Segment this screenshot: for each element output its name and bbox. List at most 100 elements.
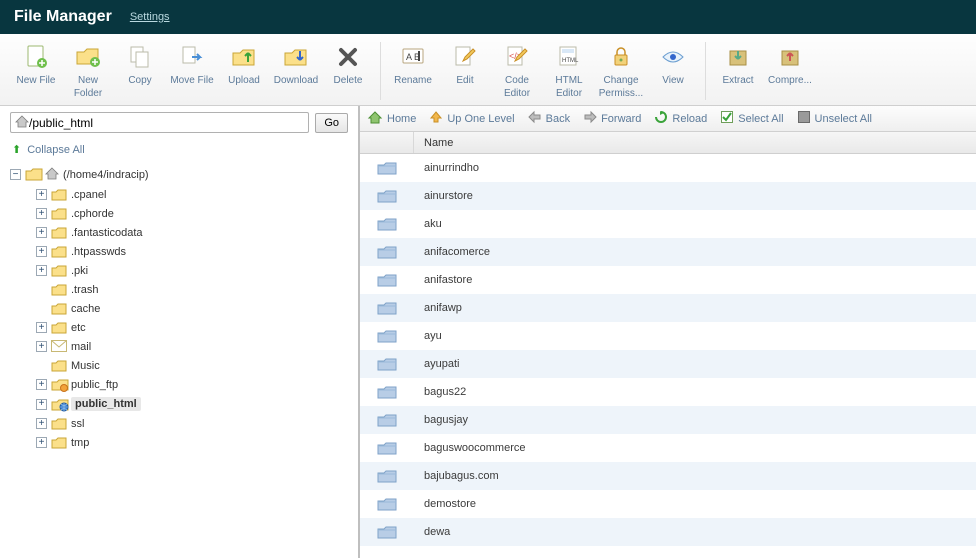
grid-body[interactable]: ainurrindhoainurstoreakuanifacomerceanif… [360, 154, 976, 558]
tree-node--htpasswds[interactable]: +.htpasswds [36, 242, 348, 261]
go-button[interactable]: Go [315, 113, 348, 133]
edit-button[interactable]: Edit [439, 40, 491, 101]
table-row[interactable]: demostore [360, 490, 976, 518]
table-row[interactable]: aku [360, 210, 976, 238]
nav-unselect-all-button[interactable]: Unselect All [798, 111, 872, 126]
main-toolbar: New FileNew FolderCopyMove FileUploadDow… [0, 34, 976, 106]
table-row[interactable]: anifawp [360, 294, 976, 322]
home-icon [45, 167, 59, 182]
tree-node--trash[interactable]: .trash [36, 280, 348, 299]
new-file-label: New File [17, 75, 56, 99]
nav-back-button[interactable]: Back [529, 112, 570, 125]
path-input[interactable] [29, 116, 304, 130]
toolbar-divider [380, 42, 381, 100]
delete-button[interactable]: Delete [322, 40, 374, 101]
tree-node-label: tmp [71, 437, 89, 449]
tree-root[interactable]: − (/home4/indracip) [10, 164, 348, 185]
expand-box-icon[interactable]: + [36, 418, 47, 429]
table-row[interactable]: dewa [360, 518, 976, 546]
row-name: ayu [414, 330, 442, 342]
compress-button[interactable]: Compre... [764, 40, 816, 101]
new-file-button[interactable]: New File [10, 40, 62, 101]
table-row[interactable]: bagusjay [360, 406, 976, 434]
nav-select-all-button[interactable]: Select All [721, 111, 783, 126]
folder-icon [51, 245, 67, 258]
expand-box-icon[interactable]: + [36, 265, 47, 276]
expand-box-icon[interactable]: + [36, 399, 47, 410]
copy-button[interactable]: Copy [114, 40, 166, 101]
row-name: anifawp [414, 302, 462, 314]
grid-header-name-col[interactable]: Name [414, 137, 453, 149]
change-permissions-icon [606, 42, 636, 72]
table-row[interactable]: ayupati [360, 350, 976, 378]
move-file-label: Move File [170, 75, 213, 99]
table-row[interactable]: baguswoocommerce [360, 434, 976, 462]
move-file-button[interactable]: Move File [166, 40, 218, 101]
nav-forward-button[interactable]: Forward [584, 112, 641, 125]
tree-node--cpanel[interactable]: +.cpanel [36, 185, 348, 204]
new-folder-icon [73, 42, 103, 72]
nav-select-all-label: Select All [738, 113, 783, 125]
table-row[interactable]: anifacomerce [360, 238, 976, 266]
tree-node-label: .cphorde [71, 208, 114, 220]
tree-node--fantasticodata[interactable]: +.fantasticodata [36, 223, 348, 242]
folder-icon [360, 328, 414, 344]
rename-button[interactable]: A BRename [387, 40, 439, 101]
folder-tree: − (/home4/indracip) +.cpanel+.cphorde+.f… [10, 164, 348, 452]
tree-node-label: Music [71, 360, 100, 372]
row-name: bajubagus.com [414, 470, 499, 482]
collapse-box-icon[interactable]: − [10, 169, 21, 180]
tree-node-public-ftp[interactable]: +public_ftp [36, 375, 348, 394]
tree-node-mail[interactable]: +mail [36, 337, 348, 356]
change-permissions-button[interactable]: Change Permiss... [595, 40, 647, 102]
settings-link[interactable]: Settings [130, 11, 170, 23]
html-editor-button[interactable]: HTMLHTML Editor [543, 40, 595, 102]
table-row[interactable]: bajubagus.com [360, 462, 976, 490]
expand-spacer [36, 284, 47, 295]
tree-node-public-html[interactable]: +public_html [36, 394, 348, 414]
tree-node-etc[interactable]: +etc [36, 318, 348, 337]
nav-up-button[interactable]: Up One Level [430, 111, 514, 126]
tree-node-ssl[interactable]: +ssl [36, 414, 348, 433]
expand-box-icon[interactable]: + [36, 227, 47, 238]
edit-label: Edit [456, 75, 473, 99]
tree-node--pki[interactable]: +.pki [36, 261, 348, 280]
code-editor-button[interactable]: </>Code Editor [491, 40, 543, 102]
expand-box-icon[interactable]: + [36, 341, 47, 352]
table-row[interactable]: bagus22 [360, 378, 976, 406]
collapse-all-button[interactable]: ⬆ Collapse All [10, 143, 348, 156]
checkbox-checked-icon [721, 111, 733, 126]
expand-box-icon[interactable]: + [36, 208, 47, 219]
back-arrow-icon [529, 112, 541, 125]
folder-icon [51, 264, 67, 277]
table-row[interactable]: ayu [360, 322, 976, 350]
expand-box-icon[interactable]: + [36, 322, 47, 333]
change-permissions-label: Change Permiss... [596, 75, 646, 100]
tree-node-label: .trash [71, 284, 99, 296]
expand-box-icon[interactable]: + [36, 246, 47, 257]
table-row[interactable]: ainurstore [360, 182, 976, 210]
expand-box-icon[interactable]: + [36, 437, 47, 448]
table-row[interactable]: ainurrindho [360, 154, 976, 182]
grid-header-icon-col[interactable] [360, 132, 414, 153]
nav-home-button[interactable]: Home [368, 111, 416, 126]
view-button[interactable]: View [647, 40, 699, 101]
table-row[interactable]: anifastore [360, 266, 976, 294]
html-editor-label: HTML Editor [544, 75, 594, 100]
tree-node-cache[interactable]: cache [36, 299, 348, 318]
extract-icon [723, 42, 753, 72]
tree-node-Music[interactable]: Music [36, 356, 348, 375]
path-input-wrap[interactable] [10, 112, 309, 133]
row-name: bagusjay [414, 414, 468, 426]
extract-button[interactable]: Extract [712, 40, 764, 101]
expand-box-icon[interactable]: + [36, 189, 47, 200]
download-button[interactable]: Download [270, 40, 322, 101]
view-icon [658, 42, 688, 72]
expand-box-icon[interactable]: + [36, 379, 47, 390]
tree-node-tmp[interactable]: + tmp [36, 433, 348, 452]
header-bar: File Manager Settings [0, 0, 976, 34]
tree-node--cphorde[interactable]: + .cphorde [36, 204, 348, 223]
upload-button[interactable]: Upload [218, 40, 270, 101]
new-folder-button[interactable]: New Folder [62, 40, 114, 102]
nav-reload-button[interactable]: Reload [655, 111, 707, 126]
